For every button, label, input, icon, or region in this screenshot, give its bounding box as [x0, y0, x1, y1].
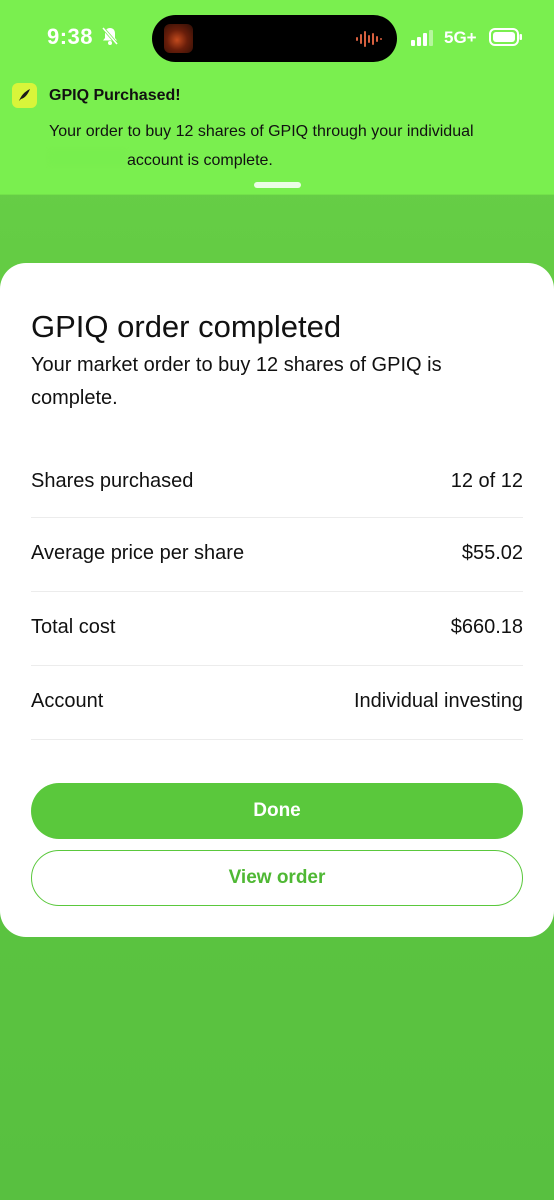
status-bar: 9:38 5G+: [0, 0, 554, 76]
detail-row-shares: Shares purchased 12 of 12: [31, 444, 523, 518]
detail-label: Shares purchased: [31, 470, 194, 492]
order-completed-card: GPIQ order completed Your market order t…: [0, 263, 554, 937]
detail-label: Total cost: [31, 616, 116, 638]
notification-banner[interactable]: 9:38 5G+ GPIQ Purchased! Your order to b…: [0, 0, 554, 195]
audio-waveform-icon: [356, 31, 382, 47]
detail-row-account: Account Individual investing: [31, 666, 523, 740]
detail-value: $55.02: [461, 542, 523, 564]
detail-label: Account: [31, 690, 104, 712]
detail-value: $660.18: [450, 616, 523, 638]
bell-slash-icon: [101, 27, 119, 45]
notification-body: Your order to buy 12 shares of GPIQ thro…: [49, 117, 519, 175]
detail-value: 12 of 12: [450, 470, 523, 492]
network-type: 5G+: [444, 28, 477, 47]
notification-grabber[interactable]: [254, 182, 301, 188]
card-subtitle: Your market order to buy 12 shares of GP…: [31, 354, 442, 409]
detail-value: Individual investing: [354, 690, 523, 712]
view-order-button[interactable]: View order: [31, 850, 523, 906]
detail-label: Average price per share: [31, 542, 245, 564]
robinhood-feather-icon: [12, 83, 37, 108]
order-details: Shares purchased 12 of 12 Average price …: [31, 444, 523, 740]
status-time: 9:38: [47, 24, 94, 49]
battery-icon: [489, 28, 522, 46]
done-button[interactable]: Done: [31, 783, 523, 839]
signal-icon: [411, 30, 433, 46]
now-playing-artwork: [164, 24, 193, 53]
dynamic-island[interactable]: [152, 15, 397, 62]
notification-title: GPIQ Purchased!: [49, 87, 181, 104]
notification-body-line1: Your order to buy 12 shares of GPIQ thro…: [49, 123, 474, 140]
card-title: GPIQ order completed: [31, 309, 342, 344]
detail-row-total-cost: Total cost $660.18: [31, 592, 523, 666]
detail-row-avg-price: Average price per share $55.02: [31, 518, 523, 592]
redacted-text: [50, 151, 125, 164]
